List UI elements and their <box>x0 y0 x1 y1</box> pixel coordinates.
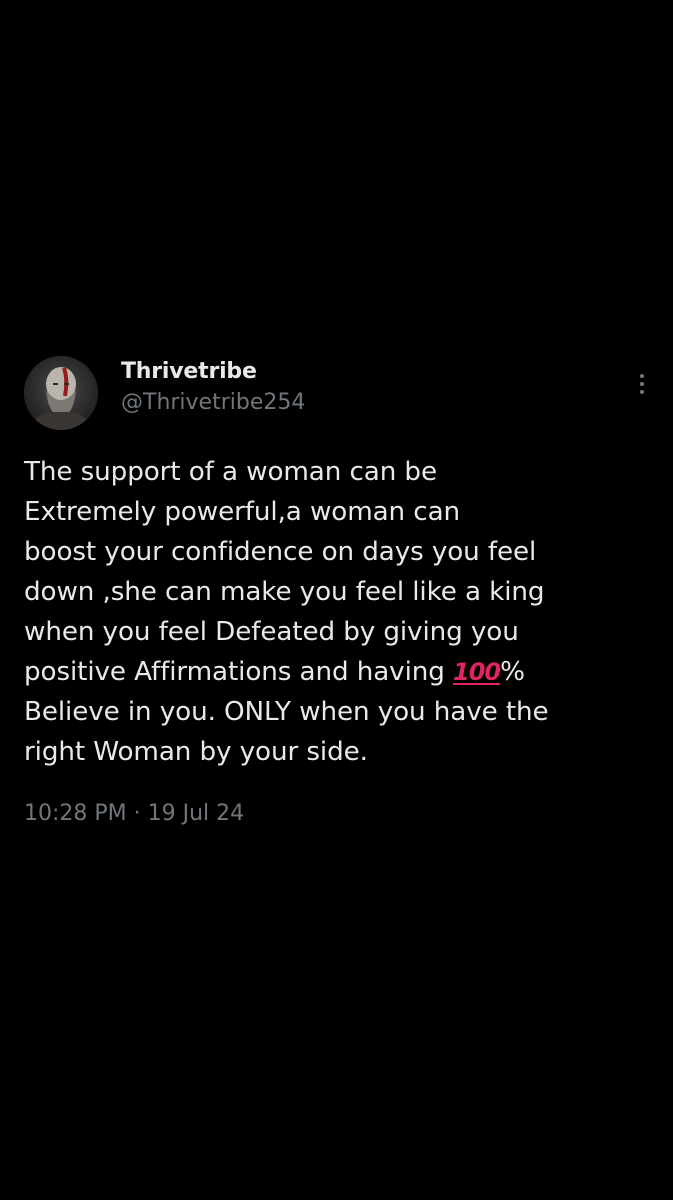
timestamp-separator: · <box>126 801 148 826</box>
avatar-image <box>24 356 98 430</box>
tweet-line-4: down ,she can make you feel like a king <box>24 577 545 607</box>
tweet-header: Thrivetribe @Thrivetribe254 <box>24 350 654 430</box>
tweet-line-1: The support of a woman can be <box>24 457 437 487</box>
tweet-line-2: Extremely powerful,a woman can <box>24 497 461 527</box>
author-names: Thrivetribe @Thrivetribe254 <box>121 358 305 417</box>
tweet-timestamp[interactable]: 10:28 PM · 19 Jul 24 <box>24 800 654 828</box>
tweet-text: The support of a woman can be Extremely … <box>24 452 654 772</box>
tweet-line-5: when you feel Defeated by giving you <box>24 617 519 647</box>
hundred-points-emoji: 100 <box>453 658 501 686</box>
display-name[interactable]: Thrivetribe <box>121 358 305 386</box>
tweet-date: 19 Jul 24 <box>147 801 245 826</box>
more-vertical-icon[interactable] <box>630 370 654 404</box>
tweet-line-8: right Woman by your side. <box>24 737 368 767</box>
user-handle[interactable]: @Thrivetribe254 <box>121 389 305 417</box>
tweet-line-3: boost your confidence on days you feel <box>24 537 537 567</box>
tweet-line-6: positive Affirmations and having <box>24 657 453 687</box>
avatar[interactable] <box>24 356 98 430</box>
tweet-line-7: Believe in you. ONLY when you have the <box>24 697 549 727</box>
tweet: Thrivetribe @Thrivetribe254 The support … <box>24 350 654 828</box>
tweet-time: 10:28 PM <box>24 801 127 826</box>
percent-sign: % <box>500 657 525 687</box>
